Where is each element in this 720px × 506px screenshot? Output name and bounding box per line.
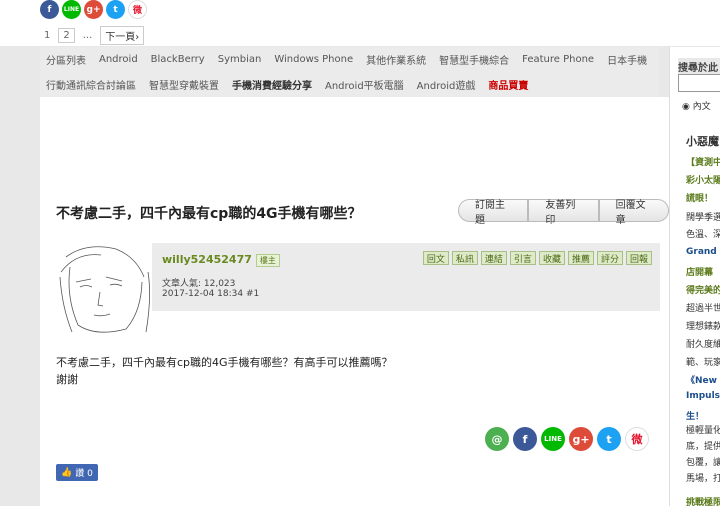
subscribe-button[interactable]: 訂閱主題 — [458, 199, 529, 226]
post-popularity: 文章人氣: 12,023 — [162, 279, 236, 289]
facebook-icon[interactable]: f — [513, 427, 537, 451]
page-1-link[interactable]: 1 — [40, 29, 54, 42]
post-body-line: 不考慮二手，四千內最有cp職的4G手機有哪些？有高手可以推薦嗎？ — [56, 356, 393, 369]
nav-item[interactable]: 智慧型穿戴裝置 — [149, 77, 219, 92]
avatar-sketch-image — [56, 237, 154, 337]
sidebar-search-label: 搜尋於此 — [678, 58, 720, 75]
nav-item[interactable]: Windows Phone — [274, 54, 353, 65]
print-button[interactable]: 友善列印 — [528, 199, 599, 226]
nav-item[interactable]: 日本手機 — [607, 52, 647, 67]
post-header: willy52452477 樓主 文章人氣: 12,023 2017-12-04 … — [152, 243, 660, 311]
sidebar-news-line[interactable]: 生！ — [686, 409, 704, 422]
nav-item[interactable]: 分區列表 — [46, 52, 86, 67]
nav-item-active[interactable]: 手機消費經驗分享 — [232, 77, 312, 92]
sidebar-search-input[interactable] — [678, 74, 720, 92]
nav-item[interactable]: Android — [99, 54, 138, 65]
nav-item[interactable]: 智慧型手機綜合 — [439, 52, 509, 67]
reply-post-button[interactable]: 回文 — [422, 251, 449, 265]
thread-title: 不考慮二手，四千內最有cp職的4G手機有哪些？ — [56, 206, 362, 222]
thread-content: 不考慮二手，四千內最有cp職的4G手機有哪些？ 訂閱主題 友善列印 回覆文章 w… — [40, 97, 669, 506]
twitter-icon[interactable]: t — [106, 0, 125, 19]
sidebar-news-line: 耐久度維 — [686, 340, 720, 350]
post-meta: 2017-12-04 18:34 #1 — [162, 289, 259, 299]
reply-button[interactable]: 回覆文章 — [598, 199, 669, 226]
nav-item[interactable]: Symbian — [218, 54, 262, 65]
post-body: 不考慮二手，四千內最有cp職的4G手機有哪些？有高手可以推薦嗎？ 謝謝 — [56, 354, 393, 388]
google-plus-icon[interactable]: g+ — [569, 427, 593, 451]
forum-nav: 分區列表 Android BlackBerry Symbian Windows … — [40, 47, 659, 97]
sidebar-news-line[interactable]: 得完美的 — [686, 283, 720, 296]
sidebar-radio-content[interactable]: ◉ 內文 — [682, 99, 711, 112]
line-icon[interactable]: LINE — [62, 0, 81, 19]
post-buttons: 回文 私訊 連結 引言 收藏 推薦 評分 回報 — [422, 251, 652, 265]
post-datetime: 2017-12-04 18:34 — [162, 289, 244, 299]
sidebar-news-line: 底，提供 — [686, 442, 720, 452]
sidebar-news-line: 理想錶款 — [686, 322, 720, 332]
recommend-button[interactable]: 推薦 — [567, 251, 594, 265]
top-share-bar: f LINE g+ t 微 — [40, 0, 147, 19]
like-button[interactable]: 👍 讚 0 — [56, 464, 98, 481]
private-message-button[interactable]: 私訊 — [451, 251, 478, 265]
op-badge: 樓主 — [255, 253, 280, 267]
sidebar-news-line: 範、玩家 — [686, 358, 720, 368]
sidebar-news-line[interactable]: 彩小太陽 — [686, 173, 720, 186]
google-plus-icon[interactable]: g+ — [84, 0, 103, 19]
line-icon[interactable]: LINE — [541, 427, 565, 451]
sidebar-news-line: 馬場，打 — [686, 474, 720, 484]
sidebar-news-line[interactable]: Impulse — [686, 391, 720, 401]
sidebar: 搜尋於此 ◉ 內文 小惡魔 【資測中彩小太陽謊眼！ 闊學季選色溫、深 Grand S… — [669, 47, 720, 506]
top-strip: f LINE g+ t 微 1 2 ... 下一頁› — [0, 0, 720, 46]
bookmark-button[interactable]: 收藏 — [538, 251, 565, 265]
author-info: willy52452477 樓主 — [162, 253, 280, 267]
link-button[interactable]: 連結 — [480, 251, 507, 265]
post-body-line: 謝謝 — [56, 373, 78, 386]
twitter-icon[interactable]: t — [597, 427, 621, 451]
sidebar-news-line: 包覆，讓 — [686, 458, 720, 468]
radio-icon: ◉ — [682, 102, 690, 112]
sidebar-news-line[interactable]: 【資測中 — [686, 155, 720, 168]
nav-item[interactable]: Android平板電腦 — [325, 77, 404, 92]
avatar[interactable] — [56, 237, 154, 337]
quote-button[interactable]: 引言 — [509, 251, 536, 265]
forum-nav-row-2: 行動通訊綜合討論區 智慧型穿戴裝置 手機消費經驗分享 Android平板電腦 A… — [40, 72, 659, 97]
sidebar-news-line[interactable]: 挑戰極限 — [686, 495, 720, 506]
facebook-icon[interactable]: f — [40, 0, 59, 19]
page-ellipsis: ... — [82, 30, 93, 41]
weibo-icon[interactable]: 微 — [128, 0, 147, 19]
sidebar-news-line[interactable]: 《New — [686, 373, 717, 386]
sidebar-news-line[interactable]: 謊眼！ — [686, 191, 713, 204]
nav-item[interactable]: 行動通訊綜合討論區 — [46, 77, 136, 92]
weibo-icon[interactable]: 微 — [625, 427, 649, 451]
nav-item[interactable]: Feature Phone — [522, 54, 594, 65]
sidebar-news-line: 色溫、深 — [686, 230, 720, 240]
forum-nav-row-1: 分區列表 Android BlackBerry Symbian Windows … — [40, 47, 659, 72]
nav-item[interactable]: Android遊戲 — [417, 77, 476, 92]
pagination: 1 2 ... 下一頁› — [40, 26, 145, 45]
nav-item-marketplace[interactable]: 商品買賣 — [488, 77, 528, 92]
nav-item[interactable]: 其他作業系統 — [366, 52, 426, 67]
sidebar-news-line: 闊學季選 — [686, 213, 720, 223]
thread-actions: 訂閱主題 友善列印 回覆文章 — [458, 199, 669, 226]
author-name[interactable]: willy52452477 — [162, 253, 252, 266]
sidebar-news-line[interactable]: 店開幕 — [686, 265, 713, 278]
sidebar-news-line: 超過半世 — [686, 304, 720, 314]
sidebar-news-line[interactable]: Grand S — [686, 247, 720, 257]
sidebar-heading: 小惡魔 — [686, 135, 719, 148]
next-page-button[interactable]: 下一頁› — [100, 26, 145, 45]
push-icon[interactable]: @ — [485, 427, 509, 451]
thumbs-up-icon: 👍 — [61, 467, 73, 478]
like-count: 讚 0 — [75, 469, 93, 479]
sidebar-news-line: 極輕量化 — [686, 426, 720, 436]
page-2-link[interactable]: 2 — [58, 28, 75, 43]
sidebar-radio-label: 內文 — [692, 102, 711, 112]
rate-button[interactable]: 評分 — [596, 251, 623, 265]
post-floor[interactable]: #1 — [246, 289, 259, 299]
nav-item[interactable]: BlackBerry — [151, 54, 205, 65]
bottom-share-bar: @ f LINE g+ t 微 — [485, 427, 649, 451]
report-button[interactable]: 回報 — [625, 251, 652, 265]
